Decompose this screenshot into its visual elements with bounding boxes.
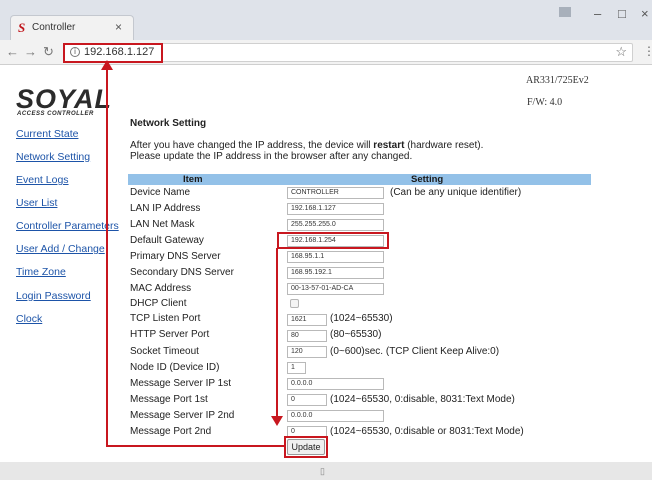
socket-timeout-note: (0~600)sec. (TCP Client Keep Alive:0) [330, 346, 500, 357]
message-port-2nd-note: (1024~65530, 0:disable or 8031:Text Mode… [330, 426, 524, 437]
secondary-dns-field[interactable]: 168.95.192.1 [287, 267, 384, 279]
row-label-device-name: Device Name [130, 187, 191, 198]
sidebar-item-login-password[interactable]: Login Password [16, 290, 91, 302]
annotation-arrow-up-icon [101, 60, 113, 70]
annotation-line-bottom [106, 445, 284, 447]
message-server-ip-1st-field[interactable]: 0.0.0.0 [287, 378, 384, 390]
minimize-icon[interactable]: – [594, 6, 601, 21]
row-label-message-server-ip-1st: Message Server IP 1st [130, 378, 231, 389]
mac-address-field[interactable]: 00-13-57-01-AD-CA [287, 283, 384, 295]
annotation-arrow-down-icon [271, 416, 283, 426]
sidebar-item-time-zone[interactable]: Time Zone [16, 266, 66, 278]
tcp-listen-port-field[interactable]: 1621 [287, 314, 327, 326]
row-label-primary-dns: Primary DNS Server [130, 251, 221, 262]
row-label-net-mask: LAN Net Mask [130, 219, 195, 230]
back-icon[interactable]: ← [6, 44, 19, 59]
update-highlight-box [284, 436, 328, 458]
url-highlight-box [63, 43, 163, 63]
message-port-1st-field[interactable]: 0 [287, 394, 327, 406]
node-id-field[interactable]: 1 [287, 362, 306, 374]
net-mask-field[interactable]: 255.255.255.0 [287, 219, 384, 231]
forward-icon[interactable]: → [24, 44, 37, 59]
star-icon[interactable]: ☆ [615, 44, 627, 60]
menu-icon[interactable]: ⋮ [643, 44, 652, 58]
row-label-http-server-port: HTTP Server Port [130, 329, 210, 340]
row-label-lan-ip: LAN IP Address [130, 203, 201, 214]
row-label-dhcp-client: DHCP Client [130, 298, 187, 309]
sidebar-item-current-state[interactable]: Current State [16, 128, 78, 140]
sidebar-item-user-list[interactable]: User List [16, 197, 57, 209]
device-name-field[interactable]: CONTROLLER [287, 187, 384, 199]
tcp-listen-port-note: (1024~65530) [330, 313, 393, 324]
table-header: Item Setting [128, 174, 591, 185]
document-icon: ▯ [320, 466, 325, 476]
page-footer [0, 462, 652, 480]
notice-line-2: Please update the IP address in the brow… [130, 151, 413, 162]
row-label-default-gateway: Default Gateway [130, 235, 204, 246]
row-label-message-server-ip-2nd: Message Server IP 2nd [130, 410, 235, 421]
browser-tab[interactable]: S Controller × [10, 15, 134, 40]
http-server-port-note: (80~65530) [330, 329, 382, 340]
page-title: Network Setting [130, 118, 207, 129]
sidebar-item-user-add-change[interactable]: User Add / Change [16, 243, 105, 255]
close-window-icon[interactable]: × [641, 6, 649, 21]
primary-dns-field[interactable]: 168.95.1.1 [287, 251, 384, 263]
row-label-secondary-dns: Secondary DNS Server [130, 267, 234, 278]
device-name-note: (Can be any unique identifier) [390, 187, 522, 198]
lan-ip-field[interactable]: 192.168.1.127 [287, 203, 384, 215]
firmware-version: F/W: 4.0 [527, 97, 563, 108]
row-label-tcp-listen-port: TCP Listen Port [130, 313, 201, 324]
logo-subtitle: ACCESS CONTROLLER [17, 111, 94, 117]
restart-notice: After you have changed the IP address, t… [130, 140, 530, 162]
http-server-port-field[interactable]: 80 [287, 330, 327, 342]
profile-icon[interactable] [559, 7, 571, 17]
dhcp-client-checkbox[interactable] [290, 299, 299, 308]
notice-restart-word: restart [373, 140, 405, 151]
socket-timeout-field[interactable]: 120 [287, 346, 327, 358]
annotation-line-vertical [106, 62, 108, 447]
browser-titlebar: S Controller × – □ × [0, 0, 652, 40]
sidebar-item-clock[interactable]: Clock [16, 313, 42, 325]
close-tab-icon[interactable]: × [115, 20, 122, 34]
maximize-icon[interactable]: □ [618, 6, 626, 21]
message-server-ip-2nd-field[interactable]: 0.0.0.0 [287, 410, 384, 422]
gateway-highlight-box [277, 232, 389, 249]
row-label-mac-address: MAC Address [130, 283, 192, 294]
message-port-1st-note: (1024~65530, 0:disable, 8031:Text Mode) [330, 394, 515, 405]
row-label-node-id: Node ID (Device ID) [130, 362, 220, 373]
notice-text-pre: After you have changed the IP address, t… [130, 140, 374, 151]
tab-title: Controller [32, 22, 76, 33]
sidebar-item-network-setting[interactable]: Network Setting [16, 151, 90, 163]
model-number: AR331/725Ev2 [526, 75, 589, 86]
reload-icon[interactable]: ↻ [43, 44, 54, 60]
row-label-socket-timeout: Socket Timeout [130, 346, 199, 357]
sidebar-item-event-logs[interactable]: Event Logs [16, 174, 69, 186]
annotation-line-gateway [276, 248, 278, 420]
notice-text-post: (hardware reset). [404, 140, 484, 151]
row-label-message-port-1st: Message Port 1st [130, 394, 208, 405]
column-header-item: Item [183, 174, 203, 185]
column-header-setting: Setting [411, 174, 444, 185]
tab-favicon-icon: S [18, 20, 26, 35]
row-label-message-port-2nd: Message Port 2nd [130, 426, 212, 437]
sidebar-item-controller-parameters[interactable]: Controller Parameters [16, 220, 119, 232]
